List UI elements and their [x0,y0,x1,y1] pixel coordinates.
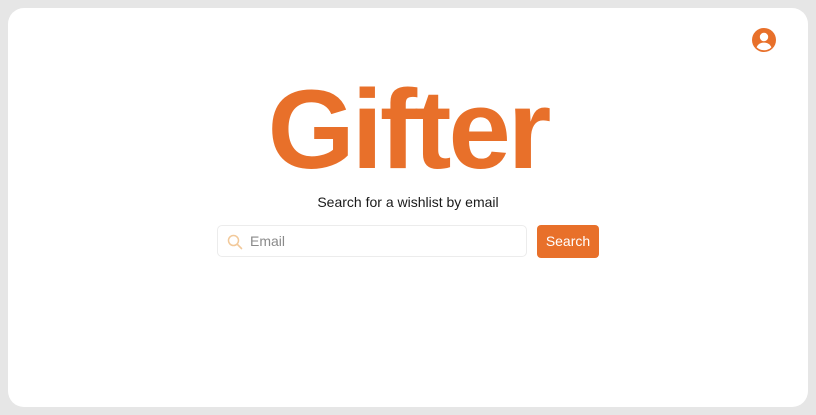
app-window: Gifter Search for a wishlist by email Se… [8,8,808,407]
search-input-wrapper [217,225,527,257]
email-search-input[interactable] [218,226,526,256]
profile-button[interactable] [751,27,777,53]
page-tagline: Search for a wishlist by email [317,194,499,210]
search-form: Search [217,224,599,258]
search-button[interactable]: Search [537,224,599,258]
user-circle-icon [751,27,777,53]
search-icon [227,234,243,250]
app-logo: Gifter [267,67,552,192]
